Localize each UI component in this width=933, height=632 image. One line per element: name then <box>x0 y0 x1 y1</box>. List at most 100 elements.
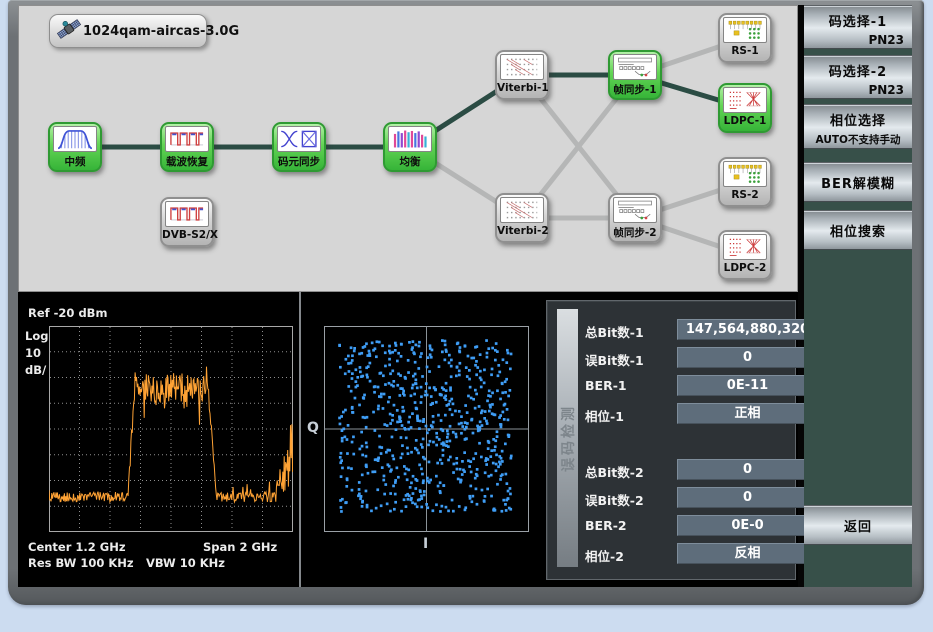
node-equalizer[interactable]: 均衡 <box>383 122 437 172</box>
spectrum-scale-labels: Log 10 dB/ <box>25 328 48 379</box>
frame-sync-icon <box>613 197 657 223</box>
node-label-if: 中频 <box>50 154 100 169</box>
spectrum-span-label: Span 2 GHz <box>203 540 277 554</box>
ber-panel: 误码检测 总Bit数-1147,564,880,320误Bit数-10BER-1… <box>546 300 796 580</box>
equalizer-icon <box>388 126 432 152</box>
spectrum-icon <box>53 126 97 152</box>
node-label-viterbi1: Viterbi-1 <box>497 82 547 94</box>
node-framesync1[interactable]: 帧同步-1 <box>608 50 662 100</box>
ber-row-value: 反相 <box>677 543 818 564</box>
node-ldpc1[interactable]: LDPC-1 <box>718 83 772 133</box>
app-window: 1024qam-aircas-3.0G 中频 载波恢复 码元同步 均衡 DVB-S2/X… <box>8 0 924 605</box>
ber-row-value: 0E-11 <box>677 375 818 396</box>
ber-row-1-2: 误Bit数-10 <box>585 347 790 369</box>
node-label-ldpc1: LDPC-1 <box>720 115 770 127</box>
squarewave-icon <box>165 126 209 152</box>
main-column: 1024qam-aircas-3.0G 中频 载波恢复 码元同步 均衡 DVB-S2/X… <box>18 5 798 587</box>
node-viterbi1[interactable]: Viterbi-1 <box>495 50 549 100</box>
ber-row-value: 0E-0 <box>677 515 818 536</box>
sidebar-button-phase-select[interactable]: 相位选择 AUTO不支持手动 <box>804 104 912 149</box>
constellation-dots <box>338 339 512 513</box>
node-symsync[interactable]: 码元同步 <box>272 122 326 172</box>
node-label-ldpc2: LDPC-2 <box>720 262 770 274</box>
node-rs1[interactable]: RS-1 <box>718 13 772 63</box>
spectrum-scale-10: 10 <box>25 345 48 362</box>
spectrum-scale-log: Log <box>25 328 48 345</box>
frame-sync-icon <box>613 54 657 80</box>
squarewave-icon <box>165 201 209 227</box>
ber-row-label: BER-1 <box>585 378 627 393</box>
ber-vertical-bar: 误码检测 <box>557 309 578 567</box>
sidebar-button-title-code-select-2: 码选择-2 <box>804 61 912 80</box>
spectrum-center-label: Center 1.2 GHz <box>28 540 126 554</box>
q-axis-label: Q <box>307 420 319 436</box>
satellite-icon <box>56 16 82 46</box>
pipeline-diagram: 1024qam-aircas-3.0G 中频 载波恢复 码元同步 均衡 DVB-S2/X… <box>18 5 798 292</box>
ber-row-label: 相位-2 <box>585 546 624 565</box>
i-axis-label: I <box>423 536 428 552</box>
node-label-framesync2: 帧同步-2 <box>610 225 660 240</box>
node-if[interactable]: 中频 <box>48 122 102 172</box>
ber-row-label: 相位-1 <box>585 406 624 425</box>
ber-row-2-4: 相位-2反相 <box>585 543 790 565</box>
sidebar-button-value-phase-select: AUTO不支持手动 <box>804 132 912 147</box>
spectrum-vbw-label: VBW 10 KHz <box>146 556 225 570</box>
constellation-plot <box>324 326 529 532</box>
ber-row-value: 0 <box>677 487 818 508</box>
node-label-carrier: 载波恢复 <box>162 154 212 169</box>
constellation-crosshair <box>325 327 529 532</box>
spectrum-scale-db: dB/ <box>25 362 48 379</box>
signal-source-label: 1024qam-aircas-3.0G <box>83 24 239 39</box>
spectrum-rbw-label: Res BW 100 KHz <box>28 556 134 570</box>
ber-row-label: 误Bit数-1 <box>585 350 644 369</box>
spectrum-ref-label: Ref -20 dBm <box>28 306 107 320</box>
node-framesync2[interactable]: 帧同步-2 <box>608 193 662 243</box>
sidebar-button-value-code-select-2: PN23 <box>804 83 912 97</box>
node-dvbs2x[interactable]: DVB-S2/X <box>160 197 214 247</box>
node-label-rs1: RS-1 <box>720 45 770 57</box>
spectrum-plot <box>49 326 293 532</box>
sidebar-button-phase-search[interactable]: 相位搜索 <box>804 210 912 250</box>
sidebar-button-title-phase-select: 相位选择 <box>804 110 912 129</box>
sidebar-button-ber-deambiguity[interactable]: BER解模糊 <box>804 162 912 202</box>
sidebar-button-title-phase-search: 相位搜索 <box>830 221 886 240</box>
rs-icon <box>723 161 767 187</box>
node-label-dvbs2x: DVB-S2/X <box>162 229 212 241</box>
sidebar-button-title-back: 返回 <box>844 516 872 535</box>
node-label-rs2: RS-2 <box>720 189 770 201</box>
sidebar-button-code-select-2[interactable]: 码选择-2 PN23 <box>804 55 912 99</box>
ber-row-value: 147,564,880,320 <box>677 319 818 340</box>
ber-row-label: 误Bit数-2 <box>585 490 644 509</box>
signal-source-node[interactable]: 1024qam-aircas-3.0G <box>49 14 207 48</box>
ber-row-label: 总Bit数-1 <box>585 322 644 341</box>
node-carrier[interactable]: 载波恢复 <box>160 122 214 172</box>
window-content: 1024qam-aircas-3.0G 中频 载波恢复 码元同步 均衡 DVB-S2/X… <box>18 5 912 587</box>
ber-row-label: 总Bit数-2 <box>585 462 644 481</box>
eye-diagram-icon <box>277 126 321 152</box>
sidebar-button-title-ber-deambiguity: BER解模糊 <box>821 173 895 192</box>
sidebar: 码选择-1 PN23 码选择-2 PN23 相位选择 AUTO不支持手动 BER解模糊相位搜… <box>804 5 912 587</box>
node-viterbi2[interactable]: Viterbi-2 <box>495 193 549 243</box>
node-ldpc2[interactable]: LDPC-2 <box>718 230 772 280</box>
spectrum-panel: Ref -20 dBm Log 10 dB/ Center 1.2 GHz Sp… <box>18 292 299 587</box>
trellis-icon <box>500 197 544 223</box>
constellation-panel: Q I <box>301 292 541 587</box>
ber-row-2-1: 总Bit数-20 <box>585 459 790 481</box>
constellation-svg <box>324 326 529 532</box>
ldpc-icon <box>723 234 767 260</box>
node-rs2[interactable]: RS-2 <box>718 157 772 207</box>
ber-row-1-4: 相位-1正相 <box>585 403 790 425</box>
bottom-row: Ref -20 dBm Log 10 dB/ Center 1.2 GHz Sp… <box>18 292 798 587</box>
ber-row-value: 0 <box>677 459 818 480</box>
sidebar-button-value-code-select-1: PN23 <box>804 33 912 47</box>
sidebar-button-code-select-1[interactable]: 码选择-1 PN23 <box>804 5 912 49</box>
spectrum-trace-svg <box>49 326 293 532</box>
sidebar-button-title-code-select-1: 码选择-1 <box>804 11 912 30</box>
sidebar-button-back[interactable]: 返回 <box>804 505 912 545</box>
ber-row-label: BER-2 <box>585 518 627 533</box>
rs-icon <box>723 17 767 43</box>
ber-row-value: 正相 <box>677 403 818 424</box>
node-label-framesync1: 帧同步-1 <box>610 82 660 97</box>
ber-row-value: 0 <box>677 347 818 368</box>
ber-vertical-label: 误码检测 <box>558 404 578 472</box>
